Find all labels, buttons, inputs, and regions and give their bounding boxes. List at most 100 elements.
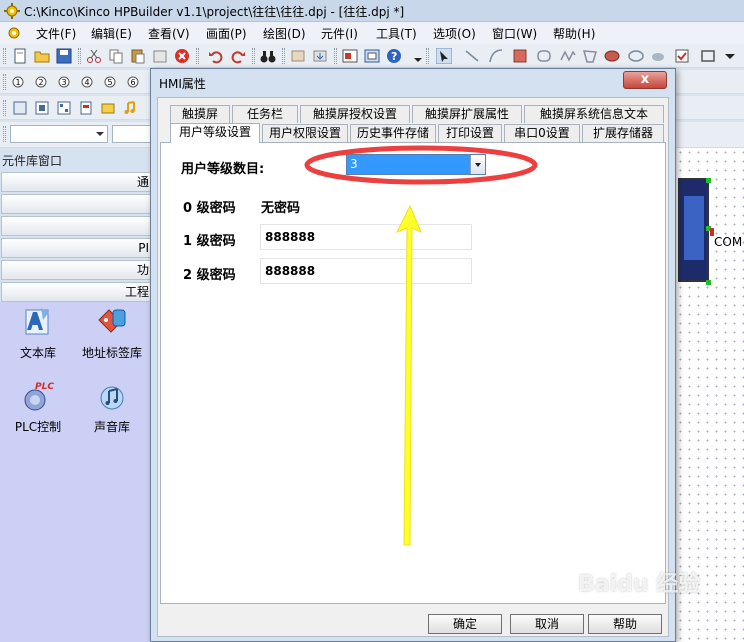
step-5-icon[interactable]: 5 <box>104 74 120 90</box>
rectangle-tool-icon[interactable] <box>512 48 528 64</box>
toolbar-grip[interactable] <box>334 48 337 64</box>
tab-user-permissions[interactable]: 用户权限设置 <box>262 124 348 142</box>
delete-icon[interactable] <box>174 48 190 64</box>
tab-print-settings[interactable]: 打印设置 <box>438 124 502 142</box>
svg-text:6: 6 <box>131 78 136 87</box>
ok-button[interactable]: 确定 <box>428 614 502 634</box>
tab-license-settings[interactable]: 触摸屏授权设置 <box>300 105 410 123</box>
menu-bar: 文件(F) 编辑(E) 查看(V) 画面(P) 绘图(D) 元件(I) 工具(T… <box>0 22 744 44</box>
music-note-icon[interactable] <box>122 100 138 116</box>
open-folder-icon[interactable] <box>34 48 50 64</box>
library-item-plc-control[interactable]: PLC PLC控制 <box>2 380 74 448</box>
menu-file[interactable]: 文件(F) <box>36 25 76 42</box>
select-arrow-icon[interactable] <box>436 48 452 64</box>
property-selector-dropdown[interactable] <box>112 125 152 143</box>
cut-icon[interactable] <box>86 48 102 64</box>
undo-icon[interactable] <box>208 48 224 64</box>
category-button-project[interactable]: 工程 <box>1 282 152 302</box>
tab-serial-port-settings[interactable]: 串口0设置 <box>504 124 580 142</box>
category-button-general[interactable]: 通 <box>1 172 152 192</box>
tab-system-info-text[interactable]: 触摸屏系统信息文本 <box>524 105 664 123</box>
panel-title: 元件库窗口 <box>2 154 63 168</box>
frame-dropdown-icon[interactable] <box>722 48 738 64</box>
tab-extended-storage[interactable]: 扩展存储器 <box>582 124 664 142</box>
menu-tools[interactable]: 工具(T) <box>376 25 417 42</box>
library-item-address-tag[interactable]: 地址标签库 <box>76 306 148 374</box>
toolbar-grip[interactable] <box>426 48 429 64</box>
copy-icon[interactable] <box>108 48 124 64</box>
library-item-sound[interactable]: 声音库 <box>76 380 148 448</box>
library-label: PLC控制 <box>14 420 62 434</box>
toolbar-grip[interactable] <box>252 48 255 64</box>
category-button-3[interactable] <box>1 216 152 236</box>
step-3-icon[interactable]: 3 <box>58 74 74 90</box>
frame-tool-icon[interactable] <box>700 48 716 64</box>
toolbar-grip[interactable] <box>196 48 199 64</box>
menu-options[interactable]: 选项(O) <box>433 25 476 42</box>
toolbar-grip[interactable] <box>3 74 6 90</box>
toolbar-grip[interactable] <box>3 48 6 64</box>
window-title: C:\Kinco\Kinco HPBuilder v1.1\project\往往… <box>24 5 405 19</box>
menu-component[interactable]: 元件(I) <box>321 25 358 42</box>
menu-screen[interactable]: 画面(P) <box>206 25 247 42</box>
level-1-password-field[interactable]: 888888 <box>260 224 472 250</box>
menu-draw[interactable]: 绘图(D) <box>263 25 306 42</box>
circle-tool-icon[interactable] <box>628 48 644 64</box>
compile-icon[interactable] <box>290 48 306 64</box>
user-level-count-label: 用户等级数目: <box>181 162 265 177</box>
bit-switch-icon[interactable] <box>12 100 28 116</box>
word-switch-icon[interactable] <box>34 100 50 116</box>
object-selector-dropdown[interactable] <box>10 125 108 143</box>
arc-tool-icon[interactable] <box>488 48 504 64</box>
step-4-icon[interactable]: 4 <box>81 74 97 90</box>
menu-window[interactable]: 窗口(W) <box>492 25 537 42</box>
dialog-close-button[interactable]: x <box>623 71 667 89</box>
help-button[interactable]: 帮助 <box>588 614 662 634</box>
menu-help[interactable]: 帮助(H) <box>553 25 595 42</box>
menu-edit[interactable]: 编辑(E) <box>91 25 132 42</box>
toolbar-overflow-icon[interactable] <box>410 48 426 64</box>
simulate-online-icon[interactable] <box>364 48 380 64</box>
toolbar-grip[interactable] <box>282 48 285 64</box>
sound-library-icon <box>100 386 124 410</box>
category-button-plc[interactable]: PI <box>1 238 152 258</box>
tab-taskbar[interactable]: 任务栏 <box>232 105 298 123</box>
function-key-icon[interactable] <box>56 100 72 116</box>
tab-history-event-storage[interactable]: 历史事件存储 <box>350 124 436 142</box>
save-icon[interactable] <box>56 48 72 64</box>
new-file-icon[interactable] <box>12 48 28 64</box>
download-icon[interactable] <box>312 48 328 64</box>
paste-icon[interactable] <box>130 48 146 64</box>
checkbox-tool-icon[interactable] <box>674 48 690 64</box>
indicator-icon[interactable] <box>78 100 94 116</box>
polygon-tool-icon[interactable] <box>582 48 598 64</box>
menu-view[interactable]: 查看(V) <box>148 25 190 42</box>
step-6-icon[interactable]: 6 <box>127 74 143 90</box>
simulate-offline-icon[interactable] <box>342 48 358 64</box>
redo-icon[interactable] <box>230 48 246 64</box>
number-display-icon[interactable] <box>100 100 116 116</box>
user-level-count-select[interactable]: 3 <box>346 154 486 175</box>
toolbar-grip[interactable] <box>3 126 6 142</box>
tab-user-level-settings[interactable]: 用户等级设置 <box>170 123 260 143</box>
find-binoculars-icon[interactable] <box>260 48 276 64</box>
line-tool-icon[interactable] <box>464 48 480 64</box>
help-question-icon[interactable]: ? <box>386 48 402 64</box>
step-1-icon[interactable]: 1 <box>12 74 28 90</box>
paste-special-icon[interactable] <box>152 48 168 64</box>
fill-tool-icon[interactable] <box>650 48 666 64</box>
category-button-function[interactable]: 功 <box>1 260 152 280</box>
tab-touchscreen[interactable]: 触摸屏 <box>170 105 230 123</box>
polyline-tool-icon[interactable] <box>560 48 576 64</box>
ellipse-tool-icon[interactable] <box>604 48 620 64</box>
rounded-rectangle-tool-icon[interactable] <box>536 48 552 64</box>
library-item-text[interactable]: 文本库 <box>2 306 74 374</box>
dropdown-button[interactable] <box>470 155 485 174</box>
tab-extended-properties[interactable]: 触摸屏扩展属性 <box>412 105 522 123</box>
cancel-button[interactable]: 取消 <box>510 614 584 634</box>
step-2-icon[interactable]: 2 <box>35 74 51 90</box>
toolbar-grip[interactable] <box>78 48 81 64</box>
level-2-password-field[interactable]: 888888 <box>260 258 472 284</box>
toolbar-grip[interactable] <box>3 100 6 116</box>
category-button-2[interactable] <box>1 194 152 214</box>
